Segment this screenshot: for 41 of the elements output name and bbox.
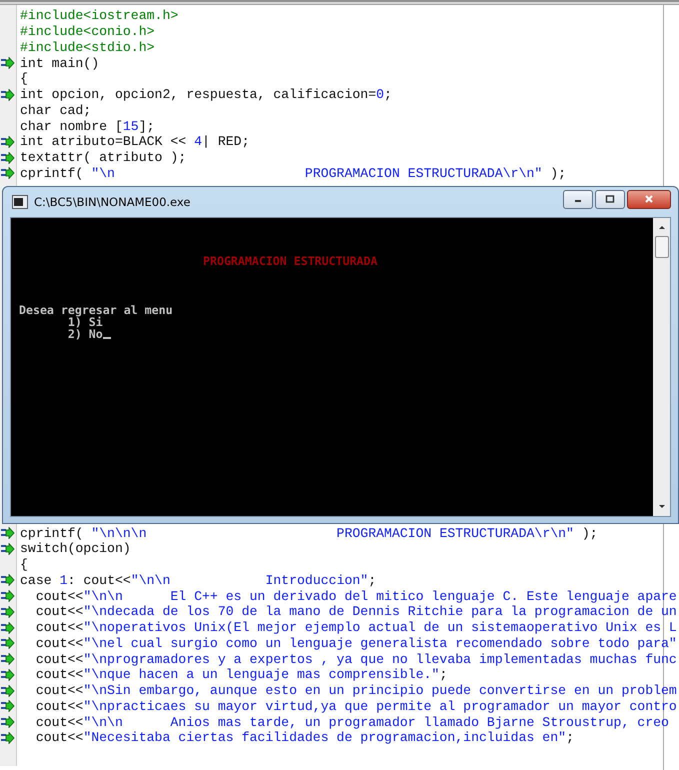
scroll-thumb[interactable] (654, 236, 668, 258)
code-line: cout<<"\nSin embargo, aunque esto en un principio puede convertirse en un problem (34, 683, 677, 698)
console-text: 2) No (66, 328, 103, 340)
code-line: cout<<"\npracticaes su mayor virtud,ya que permite al programador un mayor contro (34, 698, 677, 714)
scroll-up-icon[interactable] (656, 223, 666, 231)
code-line: char nombre [15]; (20, 118, 155, 134)
code-line: switch(opcion) (20, 541, 131, 556)
code-line: cout<<"\nprogramadores y a expertos , ya que no llevaba implementadas muchas func (34, 652, 677, 667)
code-line: cprintf( "\n PROGRAMACION ESTRUCTURADA\r\n" ); (20, 166, 566, 181)
code-line: case 1: cout<<"\n\n Introduccion"; (20, 572, 376, 588)
maximize-button[interactable] (595, 190, 625, 208)
code-line: char cad; (20, 102, 92, 118)
minimize-button[interactable] (563, 190, 593, 208)
console-app-icon (12, 195, 28, 209)
console-text: 1) Si (68, 316, 103, 328)
code-line: int atributo=BLACK << 4| RED; (20, 134, 250, 150)
console-text: Desea regresar al menu (19, 304, 173, 316)
code-line: textattr( atributo ); (20, 150, 186, 166)
code-line: int opcion, opcion2, respuesta, calificacion=0; (20, 87, 392, 102)
console-text: PROGRAMACION ESTRUCTURADA (203, 255, 378, 267)
scrollbar[interactable] (653, 218, 670, 516)
code-line: #include<stdio.h> (20, 40, 155, 55)
code-line: cout<<"\ndecada de los 70 de la mano de Dennis Ritchie para la programacion de un (34, 604, 677, 620)
code-line: int main() (20, 56, 100, 71)
text-cursor (102, 337, 111, 339)
code-line: { (20, 71, 28, 86)
close-button[interactable] (627, 190, 671, 208)
code-line: cout<<"Necesitaba ciertas facilidades de programacion,incluidas en"; (34, 730, 574, 746)
code-line: cout<<"\noperativos Unix(El mejor ejemplo actual de un sistemaoperativo Unix es L (34, 620, 677, 636)
code-line: cout<<"\n\n El C++ es un derivado del mitico lenguaje C. Este lenguaje apare (34, 588, 677, 604)
code-line: #include<iostream.h> (20, 8, 178, 24)
maximize-icon (605, 194, 615, 204)
close-icon (644, 194, 654, 204)
code-line: cout<<"\nel cual surgio como un lenguaje generalista recomendado sobre todo para" (34, 636, 677, 651)
code-line: cout<<"\n\n Anios mas tarde, un programador llamado Bjarne Stroustrup, creo (34, 714, 669, 730)
window-title: C:\BC5\BIN\NONAME00.exe (34, 195, 190, 209)
code-line: { (20, 557, 28, 572)
scroll-down-icon[interactable] (656, 503, 666, 511)
code-line: cprintf( "\n\n\n PROGRAMACION ESTRUCTURADA\r\n" ); (20, 526, 598, 541)
code-line: cout<<"\nque hacen a un lenguaje mas comprensible."; (34, 667, 448, 682)
code-line: #include<conio.h> (20, 24, 155, 40)
